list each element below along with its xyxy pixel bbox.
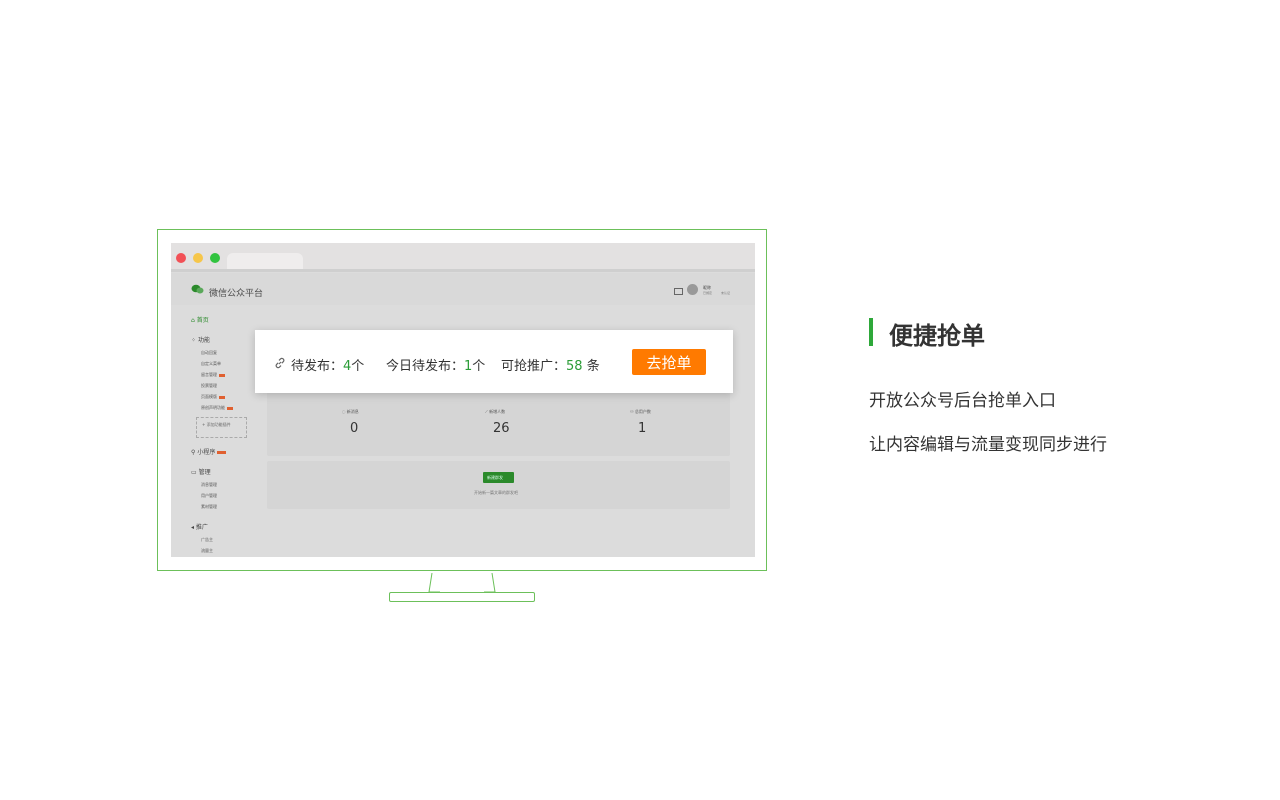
sidebar-sub-item[interactable]: 留言管理 [201, 372, 225, 378]
sidebar-sub-item[interactable]: 原创声明功能 [201, 405, 233, 411]
address-bar [171, 269, 755, 272]
close-window-dot[interactable] [176, 253, 186, 263]
app-header: 微信公众平台 昵称 已绑定 未认证 [171, 273, 755, 305]
sidebar-item-mini-program[interactable]: ⚲ 小程序 [191, 447, 227, 456]
sidebar-sub-item[interactable]: 自动回复 [201, 350, 217, 356]
pending-count: 待发布：4个 [291, 359, 365, 374]
monitor-frame: 微信公众平台 昵称 已绑定 未认证 ⌂ 首页 ⁘ 功能 自动回复 自定义菜单 留… [157, 229, 767, 571]
sidebar-item-home[interactable]: ⌂ 首页 [191, 315, 209, 324]
sidebar-item-manage[interactable]: ▭ 管理 [191, 467, 211, 476]
title-accent-bar [869, 318, 873, 346]
sidebar-sub-item[interactable]: 投票管理 [201, 383, 217, 389]
stat-label-new-messages: ◌ 新消息 [342, 409, 359, 414]
browser-chrome [171, 243, 755, 272]
monitor-stand-base [389, 592, 535, 602]
stat-value-new-followers: 26 [493, 421, 510, 436]
new-badge [227, 406, 233, 410]
broadcast-card [267, 461, 730, 509]
order-popup: 待发布：4个 今日待发布：1个 可抢推广：58 条 去抢单 [255, 330, 733, 393]
available-promo-count: 可抢推广：58 条 [501, 359, 600, 374]
grab-order-button[interactable]: 去抢单 [632, 349, 706, 375]
sidebar: ⌂ 首页 ⁘ 功能 自动回复 自定义菜单 留言管理 投票管理 页面模版 原创声明… [171, 305, 263, 557]
minimize-window-dot[interactable] [193, 253, 203, 263]
avatar[interactable] [687, 284, 698, 295]
new-badge [217, 451, 227, 454]
today-pending-count: 今日待发布：1个 [386, 359, 486, 374]
stat-value-new-messages: 0 [350, 421, 359, 436]
sidebar-sub-item[interactable]: 页面模版 [201, 394, 225, 400]
sidebar-item-functions[interactable]: ⁘ 功能 [191, 335, 210, 344]
sidebar-sub-item[interactable]: 自定义菜单 [201, 361, 221, 367]
sidebar-sub-item[interactable]: 用户管理 [201, 493, 217, 499]
mail-icon[interactable] [674, 288, 683, 295]
feature-title: 便捷抢单 [889, 322, 985, 350]
create-broadcast-button[interactable]: 新建群发 [483, 472, 514, 483]
feature-description-1: 开放公众号后台抢单入口 [869, 391, 1056, 411]
create-hint: 开始新一篇文章的群发吧 [474, 490, 518, 495]
sidebar-sub-item[interactable]: 素材管理 [201, 504, 217, 510]
user-verify-status: 未认证 [721, 291, 731, 295]
stat-label-new-followers: ⟋ 新增人数 [485, 409, 506, 414]
screen: 微信公众平台 昵称 已绑定 未认证 ⌂ 首页 ⁘ 功能 自动回复 自定义菜单 留… [171, 243, 755, 557]
sidebar-sub-item[interactable]: 广告主 [201, 537, 213, 543]
browser-tab[interactable] [227, 253, 303, 270]
sidebar-sub-item[interactable]: 消息管理 [201, 482, 217, 488]
feature-description-2: 让内容编辑与流量变现同步进行 [869, 435, 1107, 455]
new-badge [219, 373, 225, 377]
stat-value-total-users: 1 [638, 421, 647, 436]
user-status: 已绑定 [703, 291, 713, 295]
brand-name: 微信公众平台 [209, 289, 264, 299]
link-icon [275, 357, 285, 369]
sidebar-item-promote[interactable]: ◂ 推广 [191, 522, 208, 531]
wechat-logo-icon [191, 284, 204, 294]
stat-label-total-users: ⚇ 总用户数 [630, 409, 651, 414]
add-plugin-button[interactable]: + 添加功能插件 [196, 417, 247, 438]
maximize-window-dot[interactable] [210, 253, 220, 263]
monitor-stand-neck [428, 573, 496, 593]
sidebar-sub-item[interactable]: 流量主 [201, 548, 213, 554]
new-badge [219, 395, 225, 399]
